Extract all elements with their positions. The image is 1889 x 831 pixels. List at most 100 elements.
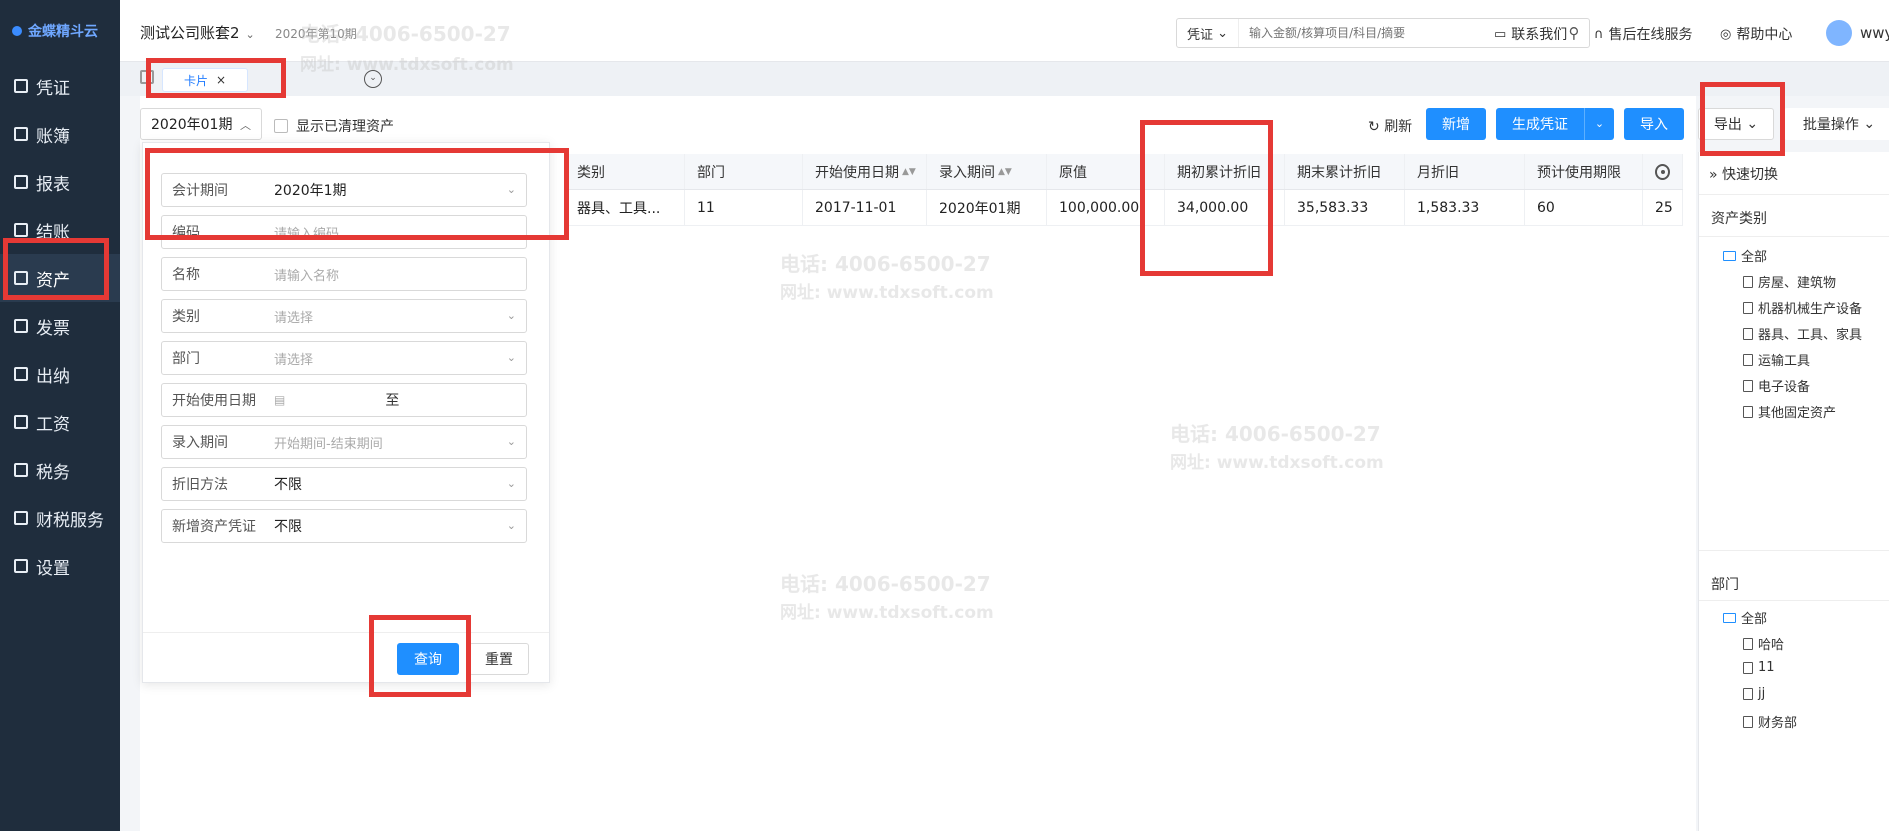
department-select[interactable]: 部门 请选择 ⌄	[161, 341, 527, 375]
sidebar-item-invoice[interactable]: 发票	[0, 302, 120, 350]
cashier-icon	[14, 367, 28, 381]
department-title: 部门	[1711, 577, 1739, 593]
import-button[interactable]: 导入	[1624, 108, 1684, 140]
account-switcher[interactable]: 测试公司账套2 ⌄	[140, 22, 255, 43]
col-department[interactable]: 部门	[685, 154, 803, 189]
report-icon	[14, 175, 28, 189]
col-opening-depreciation[interactable]: 期初累计折旧	[1165, 154, 1285, 189]
col-monthly-depreciation[interactable]: 月折旧	[1405, 154, 1525, 189]
home-icon[interactable]	[140, 70, 154, 84]
category-item[interactable]: 电子设备	[1743, 376, 1810, 395]
contact-us-link[interactable]: ▭ 联系我们	[1494, 24, 1567, 44]
chevron-down-circle-icon[interactable]: ⌄	[364, 70, 382, 88]
department-item[interactable]: 11	[1743, 660, 1775, 675]
file-icon	[1743, 327, 1753, 340]
batch-operation-button[interactable]: 批量操作 ⌄	[1784, 108, 1889, 140]
generate-voucher-dropdown[interactable]: ⌄	[1584, 108, 1614, 140]
sidebar-item-tax-service[interactable]: 财税服务	[0, 494, 120, 542]
cell-category: 器具、工具...	[565, 190, 685, 225]
period-select[interactable]: 2020年01期 ︿	[140, 108, 262, 140]
refresh-button[interactable]: ↻ 刷新	[1368, 116, 1412, 136]
folder-icon	[1723, 250, 1736, 261]
close-icon[interactable]: ×	[216, 73, 226, 87]
code-input[interactable]: 编码 请输入编码	[161, 215, 527, 249]
query-button[interactable]: 查询	[397, 643, 459, 675]
generate-voucher-button[interactable]: 生成凭证	[1496, 108, 1584, 140]
logo[interactable]: 金蝶精斗云	[0, 0, 120, 62]
table-row[interactable]: 器具、工具... 11 2017-11-01 2020年01期 100,000.…	[565, 190, 1683, 226]
top-header: 测试公司账套2⌄ 2020年第10期 凭证 ⌄ ⚲ ▭联系我们 ∩售后在线服务 …	[120, 0, 1889, 62]
column-settings[interactable]	[1643, 154, 1683, 189]
col-original-value[interactable]: 原值	[1047, 154, 1165, 189]
sidebar-item-cashier[interactable]: 出纳	[0, 350, 120, 398]
col-category[interactable]: 类别	[565, 154, 685, 189]
search-type-select[interactable]: 凭证 ⌄	[1177, 19, 1240, 47]
show-cleared-toggle[interactable]: 显示已清理资产	[274, 116, 394, 136]
sidebar-item-salary[interactable]: 工资	[0, 398, 120, 446]
sidebar-item-closing[interactable]: 结账	[0, 206, 120, 254]
category-item[interactable]: 其他固定资产	[1743, 402, 1836, 421]
category-item[interactable]: 器具、工具、家具	[1743, 324, 1862, 343]
col-useful-life[interactable]: 预计使用期限	[1525, 154, 1643, 189]
tab-bar: 卡片 × ⌄	[120, 62, 1889, 96]
cell-original-value: 100,000.00	[1047, 190, 1165, 225]
col-start-date[interactable]: 开始使用日期 ▲▼	[803, 154, 927, 189]
file-icon	[1743, 687, 1753, 700]
category-all[interactable]: 全部	[1723, 246, 1767, 265]
entry-period-range[interactable]: 录入期间 开始期间-结束期间 ⌄	[161, 425, 527, 459]
tax-icon	[14, 463, 28, 477]
show-cleared-checkbox[interactable]	[274, 119, 288, 133]
sort-icon[interactable]: ▲▼	[902, 167, 916, 177]
assets-icon	[14, 271, 28, 285]
category-item[interactable]: 房屋、建筑物	[1743, 272, 1836, 291]
accounting-period-select[interactable]: 会计期间 2020年1期 ⌄	[161, 173, 527, 207]
department-item[interactable]: jj	[1743, 686, 1765, 701]
department-all[interactable]: 全部	[1723, 608, 1767, 627]
chat-icon: ▭	[1494, 26, 1507, 42]
sidebar-item-settings[interactable]: 设置	[0, 542, 120, 590]
yen-icon	[14, 415, 28, 429]
export-button[interactable]: 导出 ⌄	[1698, 108, 1774, 140]
sidebar-item-voucher[interactable]: 凭证	[0, 62, 120, 110]
sidebar-item-tax[interactable]: 税务	[0, 446, 120, 494]
reset-button[interactable]: 重置	[469, 643, 529, 675]
asset-table: 类别 部门 开始使用日期 ▲▼ 录入期间 ▲▼ 原值 期初累计折旧 期末累计折旧 月…	[565, 154, 1683, 226]
category-item[interactable]: 运输工具	[1743, 350, 1810, 369]
department-item[interactable]: 哈哈	[1743, 634, 1784, 653]
col-entry-period[interactable]: 录入期间 ▲▼	[927, 154, 1047, 189]
sort-icon[interactable]: ▲▼	[998, 167, 1012, 177]
file-icon	[1743, 275, 1753, 288]
logo-icon	[12, 26, 22, 36]
add-button[interactable]: 新增	[1426, 108, 1486, 140]
category-item[interactable]: 机器机械生产设备	[1743, 298, 1862, 317]
calendar-icon: ▤	[274, 393, 286, 407]
user-menu[interactable]: wwy	[1826, 20, 1889, 46]
quick-switch[interactable]: » 快速切换	[1709, 164, 1778, 184]
sidebar-item-ledger[interactable]: 账簿	[0, 110, 120, 158]
sidebar-item-assets[interactable]: 资产	[0, 254, 120, 302]
invoice-icon	[14, 319, 28, 333]
sidebar: 金蝶精斗云 凭证 账簿 报表 结账 资产 发票 出纳 工资 税务 财税服务 设置	[0, 0, 120, 831]
refresh-icon: ↻	[1368, 119, 1380, 135]
department-item[interactable]: 财务部	[1743, 712, 1797, 731]
start-date-range[interactable]: 开始使用日期 ▤ 至	[161, 383, 527, 417]
ledger-icon	[14, 127, 28, 141]
depreciation-method-select[interactable]: 折旧方法 不限 ⌄	[161, 467, 527, 501]
tab-card[interactable]: 卡片 ×	[162, 68, 248, 92]
file-icon	[1743, 637, 1753, 650]
cell-opening-depreciation: 34,000.00	[1165, 190, 1285, 225]
double-chevron-icon: »	[1709, 167, 1718, 183]
chevron-down-icon: ⌄	[506, 477, 516, 490]
chevron-down-icon: ⌄	[245, 28, 255, 41]
col-closing-depreciation[interactable]: 期末累计折旧	[1285, 154, 1405, 189]
filter-panel: 会计期间 2020年1期 ⌄ 编码 请输入编码 名称 请输入名称 类别 请选择 ⌄ 部门 请选…	[142, 142, 550, 683]
sidebar-item-report[interactable]: 报表	[0, 158, 120, 206]
support-link[interactable]: ∩ 售后在线服务	[1594, 24, 1693, 44]
category-select[interactable]: 类别 请选择 ⌄	[161, 299, 527, 333]
settings-icon	[14, 559, 28, 573]
new-asset-voucher-select[interactable]: 新增资产凭证 不限 ⌄	[161, 509, 527, 543]
name-input[interactable]: 名称 请输入名称	[161, 257, 527, 291]
current-period: 2020年第10期	[275, 27, 357, 41]
help-center-link[interactable]: ◎ 帮助中心	[1720, 24, 1792, 44]
compass-icon: ◎	[1720, 26, 1732, 42]
